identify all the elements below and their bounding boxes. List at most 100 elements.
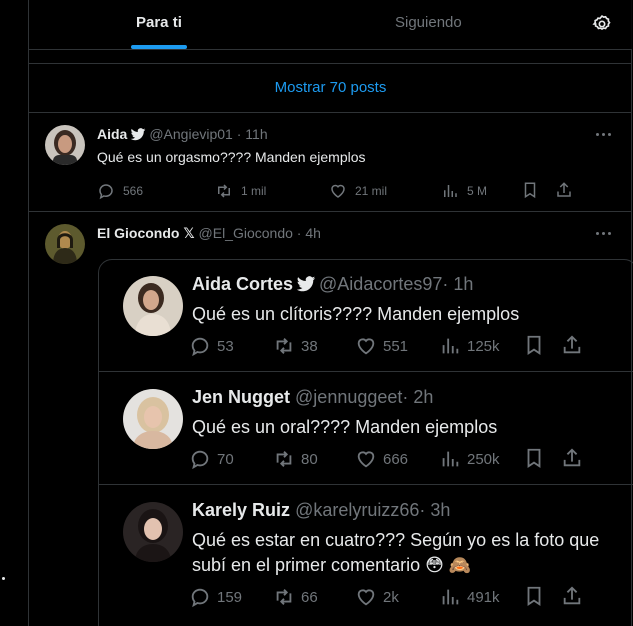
repost-stat: 80 [273,447,318,471]
like-button[interactable]: 21 mil [329,181,387,201]
repost-icon [276,451,292,467]
quoted-author-handle: @Aidacortes97 [319,274,443,294]
reply-stat: 53 [189,334,234,358]
quoted-time: · 2h [402,387,434,407]
author-handle[interactable]: @El_Giocondo [199,225,293,241]
more-options-icon[interactable] [594,230,614,238]
heart-icon [331,184,345,198]
view-count: 491k [467,588,500,606]
quoted-text: Qué es un oral???? Manden ejemplos [192,417,498,437]
quoted-time: · 3h [419,500,451,520]
share-icon[interactable] [555,181,573,199]
more-options-icon[interactable] [594,131,614,139]
view-count: 5 M [467,184,488,198]
like-count: 666 [383,450,409,468]
bookmark-icon [527,335,541,355]
repost-count: 66 [301,588,318,606]
timeline-tabs: Para ti Siguiendo [29,0,632,50]
like-stat: 666 [355,447,408,471]
verified-badge-icon [131,128,146,141]
tweet-actions: 566 1 mil 21 mil 5 M [97,181,617,201]
timeline-column: Para ti Siguiendo Mostrar 70 posts Aida @… [28,0,633,626]
reply-icon [191,337,209,357]
tweet[interactable]: El Giocondo 𝕏 @El_Giocondo · 4h Aida Cor… [29,212,633,626]
bookmark-icon [527,586,541,606]
avatar [123,276,183,336]
view-count: 125k [467,337,500,355]
reply-button[interactable]: 566 [97,181,143,201]
avatar [123,502,183,562]
tab-for-you[interactable]: Para ti [136,0,182,50]
repost-count: 38 [301,337,318,355]
quoted-author-name: Aida Cortes [192,274,294,294]
tweet-time[interactable]: · 11h [237,126,268,142]
views-chart-icon [442,589,459,605]
like-stat: 2k [355,585,399,609]
x-badge-icon: 𝕏 [183,225,195,241]
quoted-header: Jen Nugget @jennuggeet· 2h [192,387,433,408]
like-count: 21 mil [355,184,388,198]
avatar [123,389,183,449]
heart-icon [357,451,375,468]
like-count: 551 [383,337,409,355]
view-count: 250k [467,450,500,468]
repost-stat: 66 [273,585,318,609]
bookmark-icon[interactable] [521,181,539,199]
reply-count: 70 [217,450,234,468]
like-count: 2k [383,588,399,606]
active-tab-indicator [131,45,187,49]
repost-stat: 38 [273,334,318,358]
author-name[interactable]: Aida [97,126,127,142]
views-stat: 125k [439,334,500,358]
heart-icon [357,589,375,606]
tweet[interactable]: Aida @Angievip01 · 11h Qué es un orgasmo?… [29,113,632,212]
reply-icon [191,588,209,608]
views-chart-icon [442,338,459,354]
like-stat: 551 [355,334,408,358]
decorative-dot [2,577,5,580]
bookmark-icon [527,448,541,468]
quoted-header: Aida Cortes @Aidacortes97· 1h [192,274,473,295]
quoted-text: Qué es estar en cuatro??? Según yo es la… [192,530,600,575]
quoted-author-handle: @karelyruizz66 [295,500,420,520]
quoted-header: Karely Ruiz @karelyruizz66· 3h [192,500,450,521]
quoted-time: · 1h [442,274,474,294]
quoted-author-name: Karely Ruiz [192,500,291,520]
repost-count: 1 mil [241,184,267,198]
reply-icon [191,450,209,470]
reply-stat: 159 [189,585,242,609]
repost-button[interactable]: 1 mil [215,181,266,201]
views-stat: 250k [439,447,500,471]
gear-icon[interactable] [592,14,612,34]
quoted-actions: 70 80 666 250k [189,447,629,471]
views-stat: 491k [439,585,500,609]
repost-icon [276,589,292,605]
quoted-author-handle: @jennuggeet [295,387,403,407]
author-handle[interactable]: @Angievip01 [149,126,233,142]
tweet-text: Qué es un orgasmo???? Manden ejemplos [97,149,366,165]
quoted-tweet: Jen Nugget @jennuggeet· 2h Qué es un ora… [99,373,633,485]
share-icon [563,586,581,605]
tweet-header: El Giocondo 𝕏 @El_Giocondo · 4h [97,225,321,242]
author-name[interactable]: El Giocondo [97,225,179,241]
share-icon [563,448,581,467]
views-chart-icon [444,185,457,197]
tab-following[interactable]: Siguiendo [395,0,462,50]
reply-count: 566 [123,184,144,198]
quoted-text: Qué es un clítoris???? Manden ejemplos [192,304,520,324]
show-new-posts-button[interactable]: Mostrar 70 posts [29,63,632,113]
verified-badge-icon [296,276,316,292]
image-quote-card[interactable]: Aida Cortes @Aidacortes97· 1h Qué es un c… [98,259,633,626]
repost-count: 80 [301,450,318,468]
reply-icon [99,184,113,200]
tweet-time[interactable]: · 4h [297,225,321,241]
avatar[interactable] [45,125,85,165]
heart-icon [357,338,375,355]
avatar[interactable] [45,224,85,264]
quoted-author-name: Jen Nugget [192,387,291,407]
views-button[interactable]: 5 M [441,181,487,201]
reply-count: 159 [217,588,243,606]
repost-icon [218,184,230,198]
reply-count: 53 [217,337,234,355]
quoted-tweet: Karely Ruiz @karelyruizz66· 3h Qué es es… [99,486,633,626]
